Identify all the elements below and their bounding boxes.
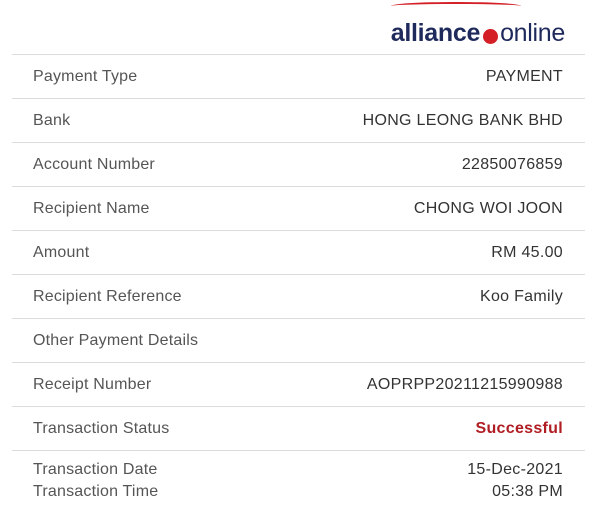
row-recipient-reference: Recipient Reference Koo Family: [12, 275, 585, 319]
transaction-time-value: 05:38 PM: [492, 483, 563, 500]
other-payment-details-label: Other Payment Details: [33, 331, 199, 349]
transaction-status-value: Successful: [475, 419, 563, 437]
row-amount: Amount RM 45.00: [12, 231, 585, 275]
amount-label: Amount: [33, 243, 90, 261]
logo-dot-icon: [483, 29, 499, 44]
row-payment-type: Payment Type PAYMENT: [12, 55, 585, 99]
datetime-values: 15-Dec-2021 05:38 PM: [467, 459, 563, 503]
logo-swoosh: [390, 2, 521, 10]
recipient-reference-value: Koo Family: [479, 287, 563, 305]
recipient-name-label: Recipient Name: [33, 199, 150, 217]
recipient-name-value: CHONG WOI JOON: [413, 199, 563, 217]
bank-label: Bank: [33, 111, 71, 129]
account-number-value: 22850076859: [461, 155, 563, 173]
transaction-status-label: Transaction Status: [33, 419, 170, 437]
row-other-payment-details: Other Payment Details: [12, 319, 585, 363]
bank-value: HONG LEONG BANK BHD: [362, 111, 563, 129]
payment-type-label: Payment Type: [33, 67, 138, 85]
datetime-labels: Transaction Date Transaction Time: [33, 459, 158, 503]
amount-value: RM 45.00: [491, 243, 563, 261]
row-recipient-name: Recipient Name CHONG WOI JOON: [12, 187, 585, 231]
recipient-reference-label: Recipient Reference: [33, 287, 182, 305]
payment-type-value: PAYMENT: [485, 67, 563, 85]
transaction-time-label: Transaction Time: [33, 483, 159, 500]
receipt-number-label: Receipt Number: [33, 375, 152, 393]
alliance-online-logo: alliance online: [390, 2, 565, 47]
row-bank: Bank HONG LEONG BANK BHD: [12, 99, 585, 143]
receipt-details: Payment Type PAYMENT Bank HONG LEONG BAN…: [12, 54, 585, 509]
account-number-label: Account Number: [33, 155, 155, 173]
receipt-number-value: AOPRPP20211215990988: [366, 375, 563, 393]
transaction-date-value: 15-Dec-2021: [467, 461, 563, 478]
row-transaction-datetime: Transaction Date Transaction Time 15-Dec…: [12, 451, 585, 509]
logo-word-alliance: alliance: [390, 19, 481, 47]
logo-word-online: online: [500, 19, 565, 47]
row-transaction-status: Transaction Status Successful: [12, 407, 585, 451]
transaction-date-label: Transaction Date: [33, 461, 158, 478]
row-account-number: Account Number 22850076859: [12, 143, 585, 187]
row-receipt-number: Receipt Number AOPRPP20211215990988: [12, 363, 585, 407]
